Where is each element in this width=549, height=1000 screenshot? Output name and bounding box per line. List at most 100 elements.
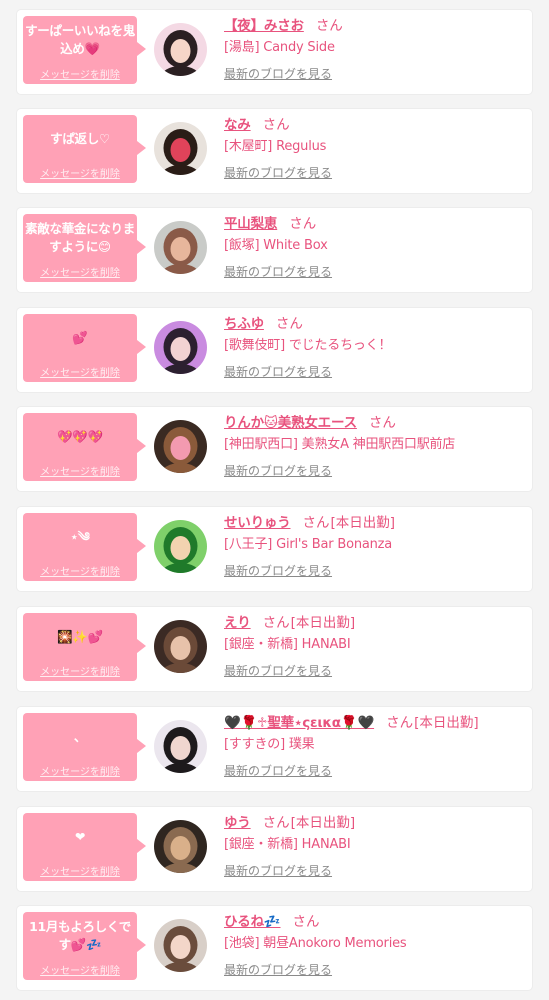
message-text: 素敵な華金になりますように😊	[25, 221, 135, 254]
like-card: 、 メッセージを削除 🖤🌹♱聖華⋆ςεικα🌹🖤 さん[本日出勤] [すすきの] …	[17, 707, 532, 791]
shop-label: [歌舞伎町] でじたるちっく！	[224, 338, 392, 353]
like-card: 💖💖💖 メッセージを削除 りんか🐱美熟女エース さん [神田駅西口] 美熟女A 神…	[17, 407, 532, 491]
shop-label: [八王子] Girl's Bar Bonanza	[224, 537, 393, 552]
avatar[interactable]	[154, 23, 207, 76]
avatar[interactable]	[154, 221, 207, 274]
shop-label: [銀座・新橋] HANABI	[224, 637, 351, 652]
honorific-label: さん	[262, 117, 290, 133]
user-name-link[interactable]: ちふゆ	[224, 316, 264, 332]
user-name-link[interactable]: えり	[224, 615, 251, 631]
like-card: 🎇✨💕 メッセージを削除 えり さん[本日出勤] [銀座・新橋] HANABI 最…	[17, 607, 532, 691]
user-name-link[interactable]: なみ	[224, 117, 251, 133]
message-text: すぱ返し♡	[50, 131, 110, 146]
message-bubble: 🎇✨💕 メッセージを削除	[23, 613, 146, 681]
message-text: ⋆༄	[70, 529, 90, 544]
delete-message-link[interactable]: メッセージを削除	[23, 463, 137, 478]
latest-blog-link[interactable]: 最新のブログを見る	[224, 863, 526, 879]
avatar-photo	[154, 221, 207, 274]
honorific-label: さん	[302, 515, 330, 531]
avatar[interactable]	[154, 420, 207, 473]
message-text: 11月もよろしくです💕💤	[29, 919, 131, 952]
shop-label: [木屋町] Regulus	[224, 139, 327, 154]
honorific-label: さん	[289, 216, 317, 232]
latest-blog-link[interactable]: 最新のブログを見る	[224, 663, 526, 679]
latest-blog-link[interactable]: 最新のブログを見る	[224, 66, 526, 82]
shop-label: [湯島] Candy Side	[224, 40, 335, 55]
delete-message-link[interactable]: メッセージを削除	[23, 165, 137, 180]
user-name-link[interactable]: ゆう	[224, 815, 251, 831]
message-bubble: すぱ返し♡ メッセージを削除	[23, 115, 146, 183]
like-card: ❤ メッセージを削除 ゆう さん[本日出勤] [銀座・新橋] HANABI 最新の…	[17, 807, 532, 891]
avatar-photo	[154, 321, 207, 374]
shop-label: [池袋] 朝昼Anokoro Memories	[224, 936, 407, 951]
avatar-photo	[154, 620, 207, 673]
avatar-photo	[154, 720, 207, 773]
user-name-link[interactable]: 🖤🌹♱聖華⋆ςεικα🌹🖤	[224, 715, 374, 731]
user-name-link[interactable]: ひるね💤	[224, 914, 281, 930]
delete-message-link[interactable]: メッセージを削除	[23, 264, 137, 279]
delete-message-link[interactable]: メッセージを削除	[23, 663, 137, 678]
avatar-photo	[154, 23, 207, 76]
shop-label: [銀座・新橋] HANABI	[224, 837, 351, 852]
message-text: 💕	[72, 330, 88, 345]
like-card: ⋆༄ メッセージを削除 せいりゅう さん[本日出勤] [八王子] Girl's B…	[17, 507, 532, 591]
message-bubble: 11月もよろしくです💕💤 メッセージを削除	[23, 912, 146, 980]
avatar-photo	[154, 420, 207, 473]
user-name-link[interactable]: 【夜】みさお	[224, 18, 304, 34]
avatar[interactable]	[154, 122, 207, 175]
delete-message-link[interactable]: メッセージを削除	[23, 863, 137, 878]
avatar[interactable]	[154, 620, 207, 673]
latest-blog-link[interactable]: 最新のブログを見る	[224, 264, 526, 280]
like-card: 💕 メッセージを削除 ちふゆ さん [歌舞伎町] でじたるちっく！ 最新のブログを…	[17, 308, 532, 392]
honorific-label: さん	[315, 18, 343, 34]
like-card: 11月もよろしくです💕💤 メッセージを削除 ひるね💤 さん [池袋] 朝昼Anok…	[17, 906, 532, 990]
message-text: 💖💖💖	[57, 429, 103, 444]
status-label: [本日出勤]	[290, 815, 356, 831]
latest-blog-link[interactable]: 最新のブログを見る	[224, 463, 526, 479]
message-bubble: すーぱーいいねを鬼込め💗 メッセージを削除	[23, 16, 146, 84]
avatar-photo	[154, 520, 207, 573]
delete-message-link[interactable]: メッセージを削除	[23, 66, 137, 81]
honorific-label: さん	[275, 316, 303, 332]
shop-label: [神田駅西口] 美熟女A 神田駅西口駅前店	[224, 437, 456, 452]
message-text: 、	[73, 729, 87, 744]
like-list: すーぱーいいねを鬼込め💗 メッセージを削除 【夜】みさお さん [湯島] Cand…	[0, 0, 549, 1000]
shop-label: [すすきの] 璞果	[224, 737, 315, 752]
latest-blog-link[interactable]: 最新のブログを見る	[224, 563, 526, 579]
delete-message-link[interactable]: メッセージを削除	[23, 763, 137, 778]
avatar[interactable]	[154, 520, 207, 573]
honorific-label: さん	[386, 715, 414, 731]
delete-message-link[interactable]: メッセージを削除	[23, 364, 137, 379]
like-card: 素敵な華金になりますように😊 メッセージを削除 平山梨恵 さん [飯塚] Whit…	[17, 208, 532, 292]
latest-blog-link[interactable]: 最新のブログを見る	[224, 165, 526, 181]
latest-blog-link[interactable]: 最新のブログを見る	[224, 763, 526, 779]
shop-label: [飯塚] White Box	[224, 238, 328, 253]
status-label: [本日出勤]	[330, 515, 396, 531]
avatar[interactable]	[154, 919, 207, 972]
avatar[interactable]	[154, 321, 207, 374]
status-label: [本日出勤]	[414, 715, 479, 731]
avatar-photo	[154, 919, 207, 972]
avatar[interactable]	[154, 820, 207, 873]
user-name-link[interactable]: せいりゅう	[224, 515, 291, 531]
message-bubble: 、 メッセージを削除	[23, 713, 146, 781]
message-bubble: ⋆༄ メッセージを削除	[23, 513, 146, 581]
avatar-photo	[154, 820, 207, 873]
user-name-link[interactable]: 平山梨恵	[224, 216, 277, 232]
message-bubble: 素敵な華金になりますように😊 メッセージを削除	[23, 214, 146, 282]
delete-message-link[interactable]: メッセージを削除	[23, 563, 137, 578]
delete-message-link[interactable]: メッセージを削除	[23, 962, 137, 977]
message-text: すーぱーいいねを鬼込め💗	[25, 23, 135, 56]
honorific-label: さん	[262, 615, 290, 631]
avatar-photo	[154, 122, 207, 175]
latest-blog-link[interactable]: 最新のブログを見る	[224, 962, 526, 978]
status-label: [本日出勤]	[290, 615, 356, 631]
message-text: 🎇✨💕	[57, 629, 103, 644]
avatar[interactable]	[154, 720, 207, 773]
like-card: すーぱーいいねを鬼込め💗 メッセージを削除 【夜】みさお さん [湯島] Cand…	[17, 10, 532, 94]
latest-blog-link[interactable]: 最新のブログを見る	[224, 364, 526, 380]
message-bubble: 💖💖💖 メッセージを削除	[23, 413, 146, 481]
message-bubble: ❤ メッセージを削除	[23, 813, 146, 881]
user-name-link[interactable]: りんか🐱美熟女エース	[224, 415, 357, 431]
honorific-label: さん	[262, 815, 290, 831]
